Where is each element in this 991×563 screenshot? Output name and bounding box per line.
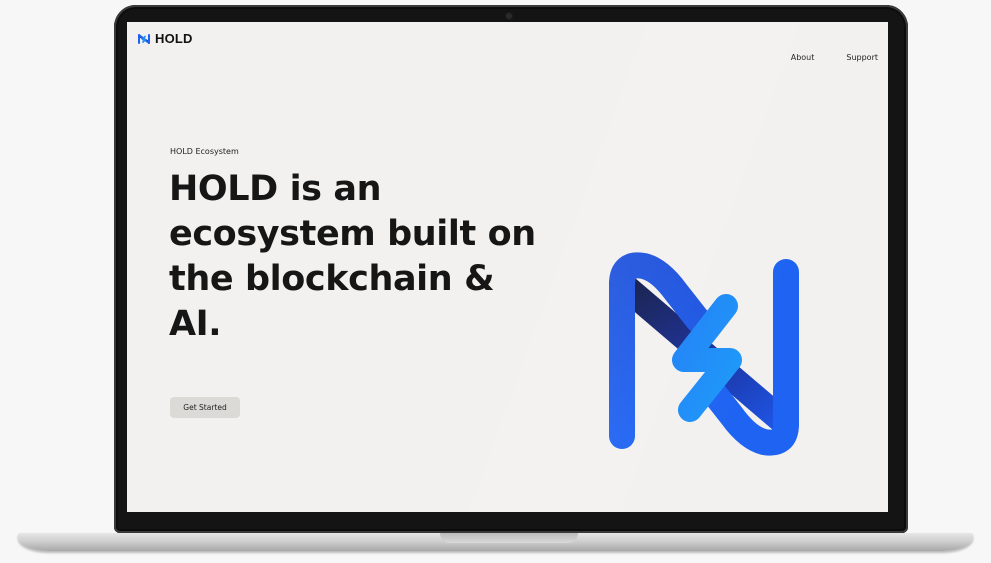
- get-started-button[interactable]: Get Started: [170, 397, 240, 418]
- headline-line: HOLD is an: [169, 169, 382, 209]
- headline-line: ecosystem built on: [169, 214, 536, 254]
- camera-icon: [506, 13, 512, 19]
- hold-mark-icon: [609, 252, 799, 456]
- brand-name: HOLD: [155, 31, 193, 46]
- laptop-base-notch: [440, 533, 578, 543]
- hero-eyebrow: HOLD Ecosystem: [170, 147, 239, 156]
- site-logo[interactable]: HOLD: [137, 31, 193, 46]
- hold-logo-icon: [138, 33, 150, 44]
- nav-link-support[interactable]: Support: [846, 53, 878, 62]
- main-nav: About Support: [791, 53, 878, 62]
- headline-line: the blockchain &: [169, 259, 495, 299]
- nav-link-about[interactable]: About: [791, 53, 815, 62]
- hero-headline: HOLD is an ecosystem built on the blockc…: [169, 167, 589, 347]
- laptop-screen: HOLD About Support HOLD Ecosystem HOLD i…: [127, 22, 888, 512]
- headline-line: AI.: [169, 304, 222, 344]
- laptop-mockup: HOLD About Support HOLD Ecosystem HOLD i…: [0, 0, 991, 563]
